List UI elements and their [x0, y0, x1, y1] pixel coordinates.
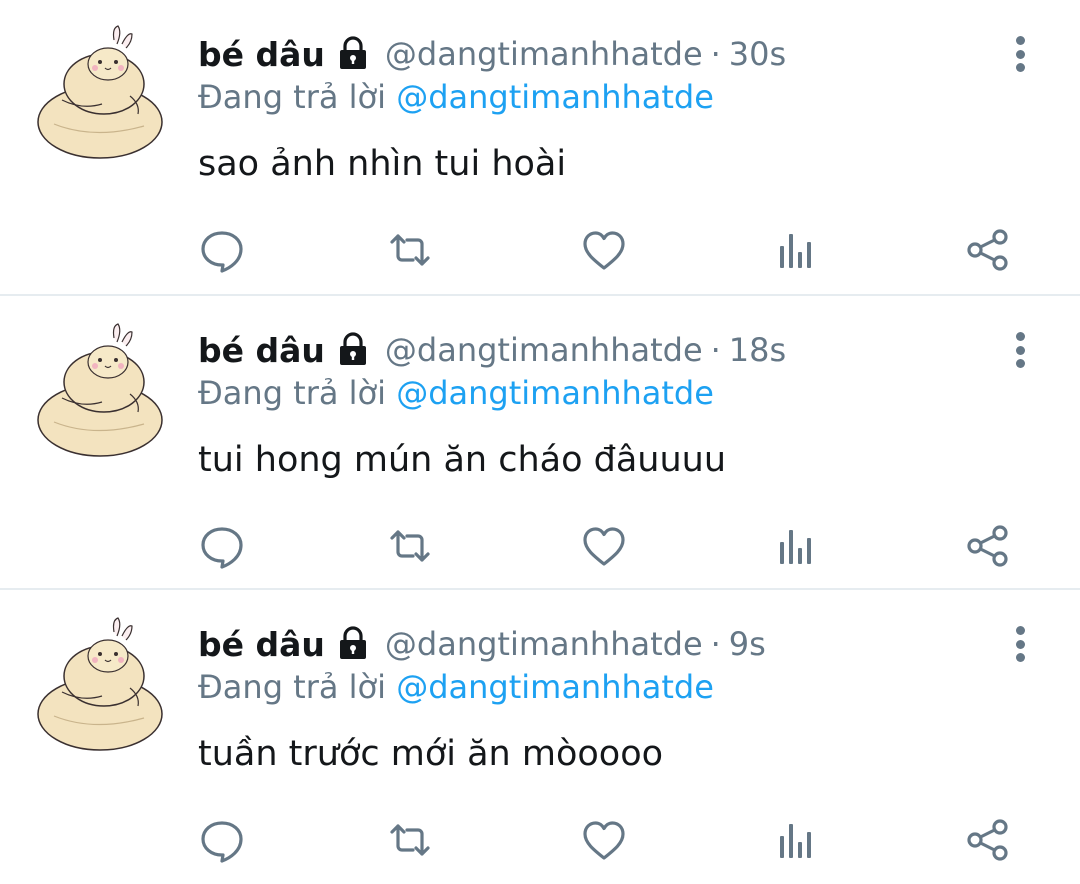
- tweet[interactable]: bé dâu @dangtimanhhatde · 30s Đang trả l…: [0, 0, 1080, 296]
- reply-prefix: Đang trả lời: [198, 668, 387, 706]
- analytics-icon[interactable]: [772, 816, 820, 864]
- retweet-icon[interactable]: [386, 226, 434, 274]
- timestamp[interactable]: 18s: [729, 331, 786, 369]
- author-name[interactable]: bé dâu: [198, 35, 325, 74]
- tweet[interactable]: bé dâu @dangtimanhhatde · 18s Đang trả l…: [0, 296, 1080, 590]
- author-handle[interactable]: @dangtimanhhatde: [385, 331, 703, 369]
- action-bar: [0, 222, 1080, 278]
- author-handle[interactable]: @dangtimanhhatde: [385, 35, 703, 73]
- lock-icon: [335, 332, 371, 368]
- heart-icon[interactable]: [580, 226, 628, 274]
- tweet-header: bé dâu @dangtimanhhatde · 18s: [198, 326, 786, 374]
- share-icon[interactable]: [964, 226, 1012, 274]
- retweet-icon[interactable]: [386, 522, 434, 570]
- replying-to: Đang trả lời @dangtimanhhatde: [198, 374, 714, 412]
- tweet-text: tuần trước mới ăn mòoooo: [198, 734, 664, 774]
- action-bar: [0, 518, 1080, 574]
- tweet-header: bé dâu @dangtimanhhatde · 30s: [198, 30, 786, 78]
- avatar[interactable]: [34, 614, 166, 754]
- author-name[interactable]: bé dâu: [198, 331, 325, 370]
- lock-icon: [335, 626, 371, 662]
- share-icon[interactable]: [964, 816, 1012, 864]
- heart-icon[interactable]: [580, 522, 628, 570]
- timestamp[interactable]: 9s: [729, 625, 766, 663]
- share-icon[interactable]: [964, 522, 1012, 570]
- avatar[interactable]: [34, 22, 166, 162]
- tweet-header: bé dâu @dangtimanhhatde · 9s: [198, 620, 766, 668]
- analytics-icon[interactable]: [772, 522, 820, 570]
- tweet-text: tui hong mún ăn cháo đâuuuu: [198, 440, 727, 480]
- avatar[interactable]: [34, 320, 166, 460]
- separator: ·: [710, 331, 721, 369]
- reply-icon[interactable]: [198, 816, 246, 864]
- reply-mention-link[interactable]: @dangtimanhhatde: [396, 668, 714, 706]
- action-bar: [0, 812, 1080, 868]
- separator: ·: [710, 35, 721, 73]
- separator: ·: [710, 625, 721, 663]
- author-handle[interactable]: @dangtimanhhatde: [385, 625, 703, 663]
- tweet[interactable]: bé dâu @dangtimanhhatde · 9s Đang trả lờ…: [0, 590, 1080, 884]
- more-vertical-icon[interactable]: [1004, 34, 1036, 74]
- lock-icon: [335, 36, 371, 72]
- more-vertical-icon[interactable]: [1004, 330, 1036, 370]
- reply-thread: bé dâu @dangtimanhhatde · 30s Đang trả l…: [0, 0, 1080, 884]
- author-name[interactable]: bé dâu: [198, 625, 325, 664]
- heart-icon[interactable]: [580, 816, 628, 864]
- replying-to: Đang trả lời @dangtimanhhatde: [198, 668, 714, 706]
- tweet-text: sao ảnh nhìn tui hoài: [198, 144, 567, 184]
- reply-mention-link[interactable]: @dangtimanhhatde: [396, 374, 714, 412]
- reply-mention-link[interactable]: @dangtimanhhatde: [396, 78, 714, 116]
- analytics-icon[interactable]: [772, 226, 820, 274]
- timestamp[interactable]: 30s: [729, 35, 786, 73]
- replying-to: Đang trả lời @dangtimanhhatde: [198, 78, 714, 116]
- reply-prefix: Đang trả lời: [198, 374, 387, 412]
- reply-prefix: Đang trả lời: [198, 78, 387, 116]
- more-vertical-icon[interactable]: [1004, 624, 1036, 664]
- reply-icon[interactable]: [198, 226, 246, 274]
- reply-icon[interactable]: [198, 522, 246, 570]
- retweet-icon[interactable]: [386, 816, 434, 864]
